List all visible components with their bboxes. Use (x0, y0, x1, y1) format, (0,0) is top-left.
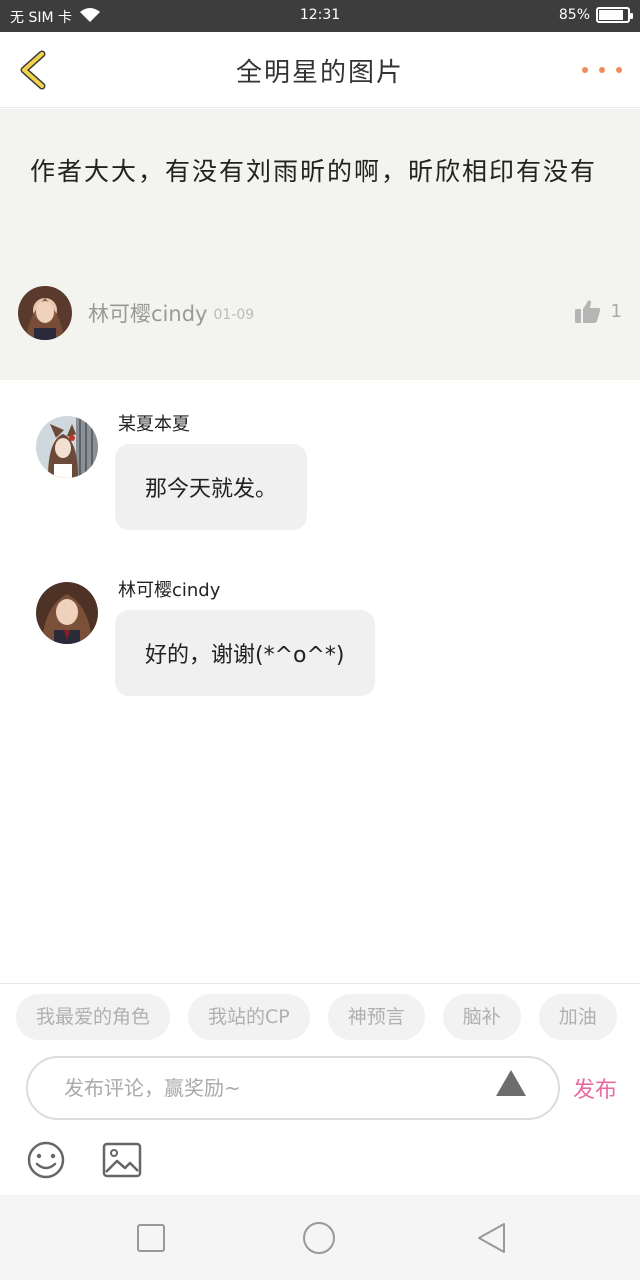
emoji-button[interactable] (26, 1140, 66, 1180)
avatar[interactable] (36, 582, 98, 644)
post-text: 作者大大，有没有刘雨昕的啊，昕欣相印有没有 (30, 157, 598, 186)
more-dot-icon (599, 67, 605, 73)
system-navigation-bar (0, 1195, 640, 1280)
avatar[interactable] (36, 416, 98, 478)
status-bar: 无 SIM 卡 12:31 85% (0, 0, 640, 32)
nav-bar: 全明星的图片 (0, 32, 640, 108)
quick-tags: 我最爱的角色 我站的CP 神预言 脑补 加油 (16, 994, 617, 1040)
battery-level (599, 10, 623, 20)
quick-tag[interactable]: 脑补 (442, 994, 521, 1040)
post-date: 01-09 (213, 307, 255, 323)
post-author-name[interactable]: 林可樱cindy (88, 298, 207, 328)
screen: 无 SIM 卡 12:31 85% 全明星的图片 作者大大，有没有刘雨昕的啊，昕… (0, 0, 640, 1280)
more-dot-icon (582, 67, 588, 73)
original-post: 作者大大，有没有刘雨昕的啊，昕欣相印有没有 林可樱cindy 01-09 1 (0, 109, 640, 380)
circle-icon (303, 1222, 335, 1254)
like-button[interactable]: 1 (574, 299, 622, 323)
publish-button[interactable]: 发布 (573, 1072, 617, 1104)
comment-composer: 我最爱的角色 我站的CP 神预言 脑补 加油 发布 (0, 983, 640, 1195)
more-options-button[interactable] (582, 62, 622, 78)
battery-icon (596, 7, 633, 23)
comment-author-name[interactable]: 林可樱cindy (118, 576, 220, 602)
system-back-button[interactable] (474, 1221, 508, 1255)
home-button[interactable] (302, 1221, 336, 1255)
image-icon (102, 1142, 142, 1178)
post-author[interactable]: 林可樱cindy 01-09 (18, 285, 254, 341)
quick-tag[interactable]: 加油 (538, 994, 617, 1040)
status-right: 85% (558, 7, 633, 23)
avatar[interactable] (18, 286, 72, 340)
quick-tag[interactable]: 我最爱的角色 (16, 994, 171, 1040)
comment-author-name[interactable]: 某夏本夏 (118, 410, 190, 436)
recent-apps-button[interactable] (134, 1221, 168, 1255)
like-count: 1 (610, 300, 622, 322)
square-icon (137, 1224, 165, 1252)
quick-tag[interactable]: 神预言 (327, 994, 425, 1040)
triangle-up-icon[interactable] (496, 1070, 526, 1096)
thumbs-up-icon (574, 300, 600, 323)
comment-input-container (26, 1056, 560, 1120)
comment-bubble[interactable]: 好的，谢谢(*^o^*) (115, 610, 375, 696)
quick-tag[interactable]: 我站的CP (188, 994, 310, 1040)
image-button[interactable] (102, 1142, 142, 1178)
comment-bubble[interactable]: 那今天就发。 (115, 444, 308, 530)
clock: 12:31 (299, 7, 341, 23)
page-title: 全明星的图片 (235, 58, 404, 88)
battery-percent: 85% (558, 7, 590, 23)
smiley-icon (27, 1141, 65, 1179)
triangle-left-icon (478, 1223, 505, 1253)
more-dot-icon (616, 67, 622, 73)
comment-input[interactable] (64, 1058, 484, 1118)
